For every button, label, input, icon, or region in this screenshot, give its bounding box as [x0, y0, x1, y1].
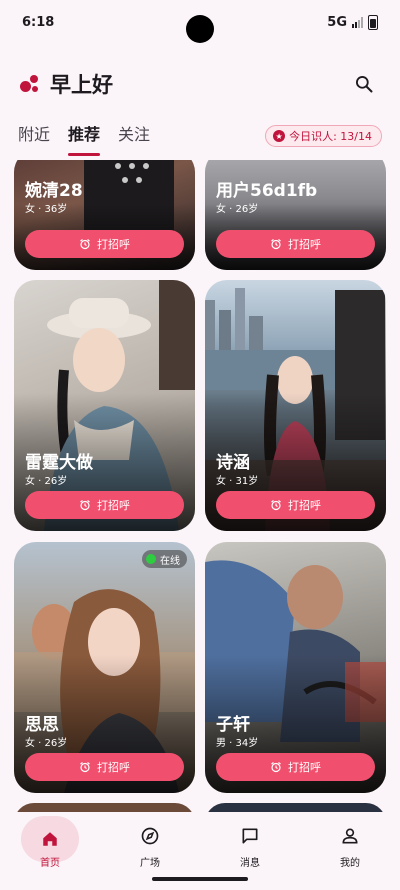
- profile-name: 婉清28: [25, 181, 83, 201]
- profile-meta: 男 · 34岁: [216, 738, 259, 749]
- greet-button[interactable]: 打招呼: [216, 491, 375, 519]
- profile-card[interactable]: 子轩 男 · 34岁 打招呼: [205, 542, 386, 793]
- nav-profile-label: 我的: [340, 858, 360, 869]
- profile-meta: 女 · 26岁: [25, 476, 68, 487]
- camera-cutout: [186, 15, 214, 43]
- greet-button-label: 打招呼: [97, 499, 130, 512]
- greet-button-label: 打招呼: [288, 499, 321, 512]
- profile-card[interactable]: 用户56d1fb 女 · 26岁 打招呼: [205, 160, 386, 270]
- daily-quota-badge[interactable]: ★ 今日识人: 13/14: [265, 125, 382, 147]
- greet-button[interactable]: 打招呼: [25, 230, 184, 258]
- star-icon: ★: [273, 130, 286, 142]
- profile-card[interactable]: 婉清28 女 · 36岁 打招呼: [14, 160, 195, 270]
- message-icon: [242, 828, 258, 844]
- greet-button[interactable]: 打招呼: [25, 491, 184, 519]
- signal-icon: [352, 16, 363, 28]
- nav-home-label: 首页: [40, 858, 60, 869]
- nav-home[interactable]: 首页: [0, 812, 100, 890]
- profile-feed[interactable]: 婉清28 女 · 36岁 打招呼 用户56d1fb 女 · 26岁 打招呼 雷霆…: [0, 160, 400, 812]
- alarm-icon: [80, 762, 90, 773]
- profile-meta: 女 · 26岁: [25, 738, 68, 749]
- battery-icon: [368, 14, 378, 30]
- profile-meta: 女 · 26岁: [216, 204, 259, 215]
- nav-profile[interactable]: 我的: [300, 812, 400, 890]
- greet-button-label: 打招呼: [288, 238, 321, 251]
- home-icon: [43, 832, 57, 846]
- greet-button-label: 打招呼: [97, 238, 130, 251]
- profile-meta: 女 · 31岁: [216, 476, 259, 487]
- profile-name: 诗涵: [216, 453, 250, 473]
- tab-nearby[interactable]: 附近: [18, 118, 50, 154]
- profile-card[interactable]: 雷霆大做 女 · 26岁 打招呼: [14, 280, 195, 531]
- tab-following[interactable]: 关注: [118, 118, 150, 154]
- greeting-title: 早上好: [50, 73, 113, 97]
- greet-button-label: 打招呼: [288, 761, 321, 774]
- network-type: 5G: [327, 14, 347, 30]
- tab-recommended[interactable]: 推荐: [68, 118, 101, 156]
- status-time: 6:18: [22, 14, 55, 30]
- profile-name: 用户56d1fb: [216, 181, 318, 201]
- search-icon: [356, 76, 373, 93]
- search-button[interactable]: [348, 68, 380, 100]
- profile-card-partial[interactable]: [14, 803, 195, 812]
- nav-plaza-label: 广场: [140, 858, 160, 869]
- greet-button[interactable]: 打招呼: [216, 753, 375, 781]
- compass-icon: [141, 827, 159, 845]
- alarm-icon: [271, 762, 281, 773]
- online-label: 在线: [160, 555, 180, 567]
- app-header: 早上好: [0, 62, 400, 106]
- profile-card-partial[interactable]: [205, 803, 386, 812]
- quota-label: 今日识人: 13/14: [289, 130, 372, 143]
- profile-meta: 女 · 36岁: [25, 204, 68, 215]
- profile-name: 思思: [25, 715, 59, 735]
- profile-name: 雷霆大做: [25, 453, 93, 473]
- status-icons: 5G: [327, 14, 378, 30]
- feed-tabs: 附近 推荐 关注 ★ 今日识人: 13/14: [0, 116, 400, 156]
- alarm-icon: [271, 239, 281, 250]
- gesture-bar[interactable]: [152, 877, 248, 881]
- online-badge: 在线: [142, 550, 187, 568]
- alarm-icon: [271, 500, 281, 511]
- alarm-icon: [80, 500, 90, 511]
- greet-button-label: 打招呼: [97, 761, 130, 774]
- profile-card[interactable]: 诗涵 女 · 31岁 打招呼: [205, 280, 386, 531]
- alarm-icon: [80, 239, 90, 250]
- person-icon: [342, 828, 358, 844]
- app-logo-icon: [20, 74, 40, 94]
- greet-button[interactable]: 打招呼: [216, 230, 375, 258]
- profile-name: 子轩: [216, 715, 250, 735]
- profile-card[interactable]: 在线 思思 女 · 26岁 打招呼: [14, 542, 195, 793]
- online-dot-icon: [146, 554, 156, 564]
- nav-messages-label: 消息: [240, 858, 260, 869]
- greet-button[interactable]: 打招呼: [25, 753, 184, 781]
